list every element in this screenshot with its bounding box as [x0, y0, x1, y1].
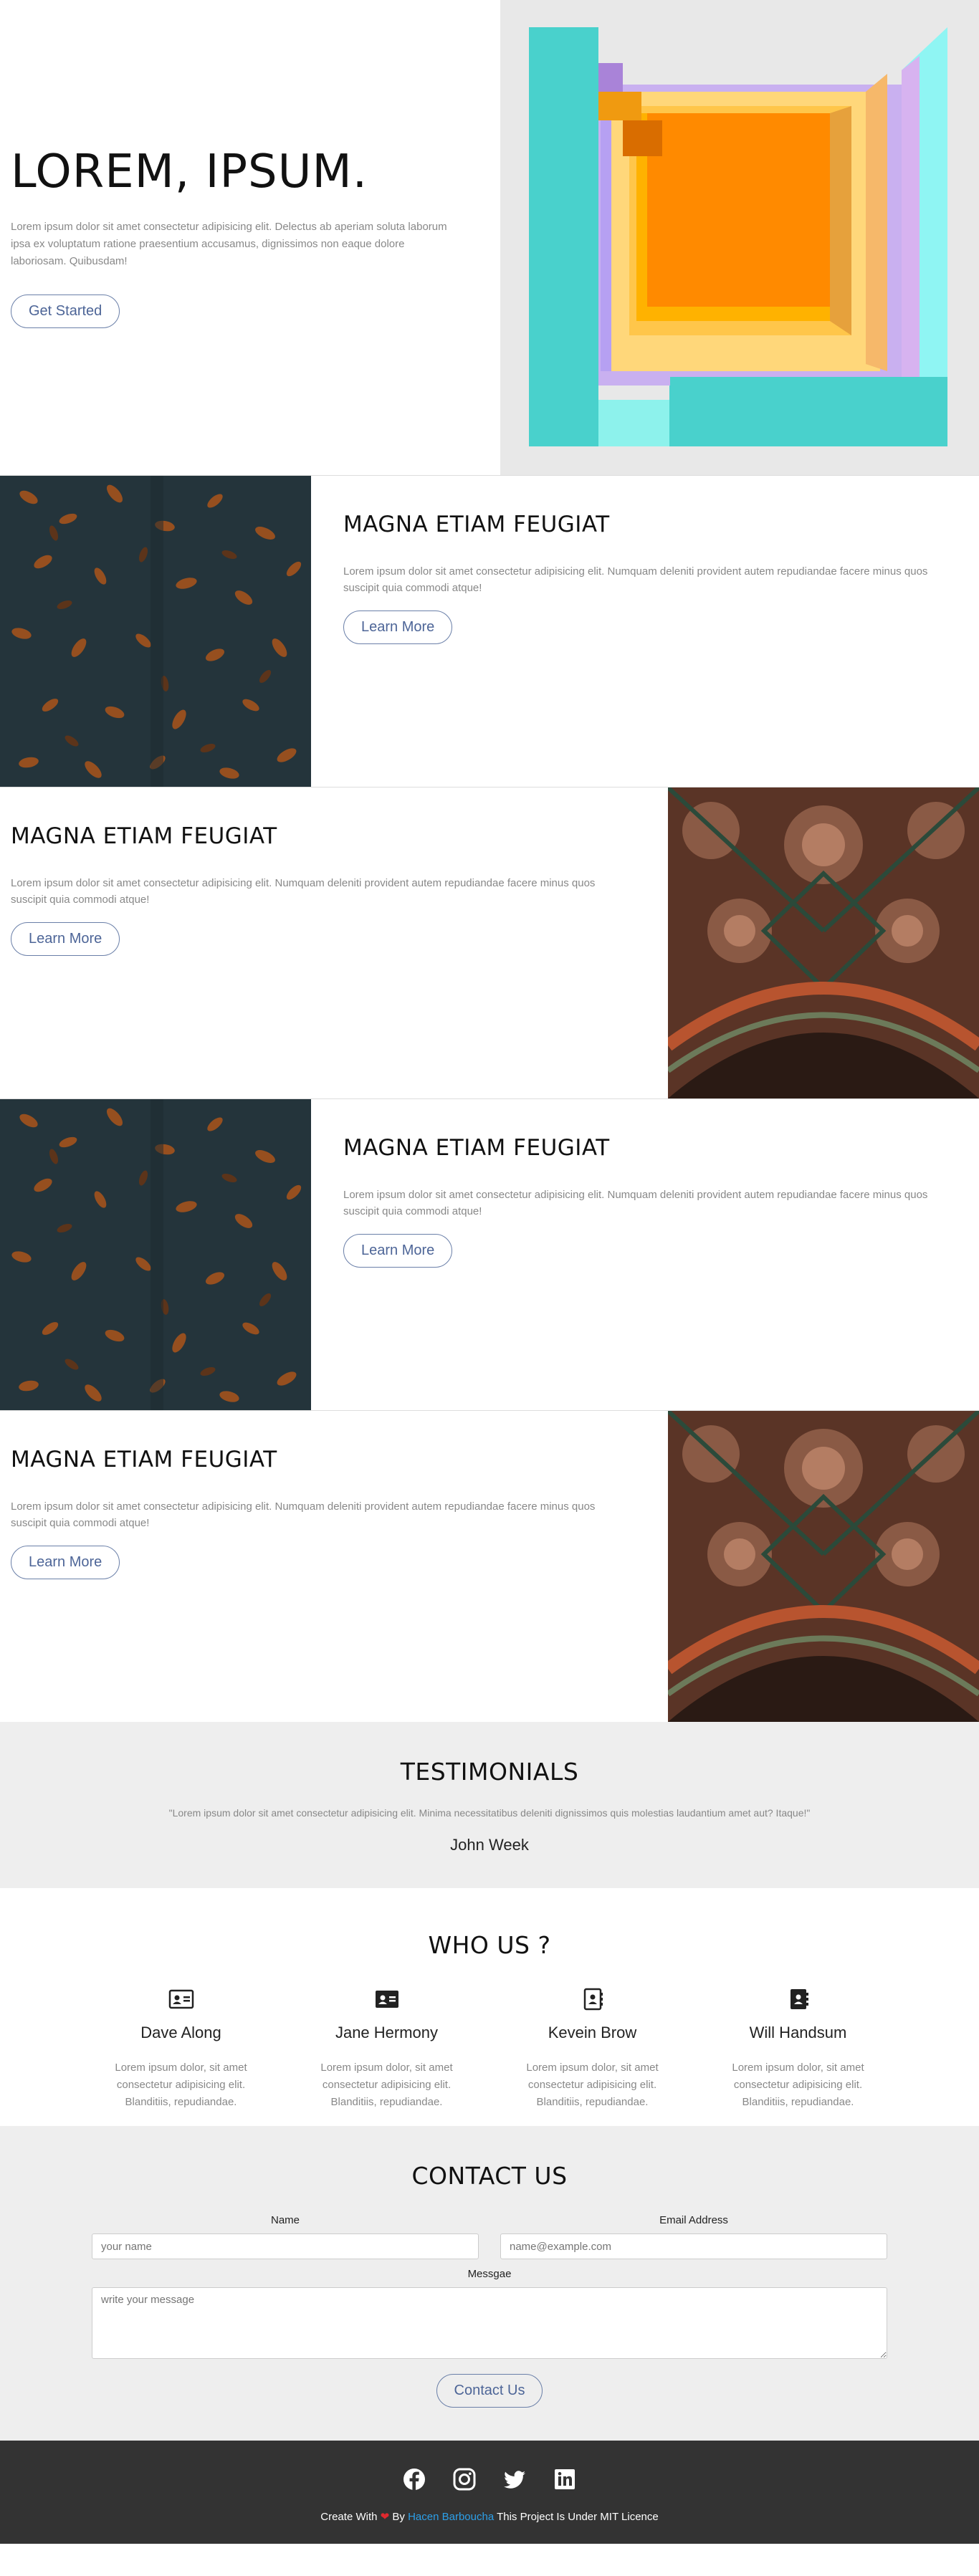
address-book-solid-icon [790, 1989, 808, 2009]
hero-illustration [529, 27, 947, 446]
footer: Create With ❤ By Hacen Barboucha This Pr… [0, 2441, 979, 2544]
learn-more-button[interactable]: Learn More [11, 922, 120, 956]
facebook-icon[interactable] [402, 2467, 426, 2491]
feature-row-2: MAGNA ETIAM FEUGIAT Lorem ipsum dolor si… [0, 787, 979, 1098]
ceiling-photo [668, 787, 979, 1098]
feature-content: MAGNA ETIAM FEUGIAT Lorem ipsum dolor si… [0, 787, 668, 1098]
id-card-icon [168, 1989, 194, 2009]
hero-text: Lorem ipsum dolor sit amet consectetur a… [11, 221, 447, 268]
leaves-photo [0, 1099, 311, 1410]
contact-title: CONTACT US [411, 2162, 568, 2190]
ceiling-image [668, 1411, 979, 1722]
member-name: Kevein Brow [548, 2024, 637, 2041]
get-started-button[interactable]: Get Started [11, 295, 120, 329]
hero-content: LOREM, IPSUM. Lorem ipsum dolor sit amet… [0, 0, 500, 475]
leaves-photo [0, 476, 311, 787]
feature-content: MAGNA ETIAM FEUGIAT Lorem ipsum dolor si… [311, 476, 979, 787]
feature-row-1: MAGNA ETIAM FEUGIAT Lorem ipsum dolor si… [0, 475, 979, 787]
contact-section: CONTACT US Name Email Address Messgae Co… [0, 2126, 979, 2441]
testimonials-section: TESTIMONIALS "Lorem ipsum dolor sit amet… [0, 1722, 979, 1888]
contact-form: Name Email Address Messgae Contact Us [92, 2214, 887, 2408]
team-member: Will Handsum Lorem ipsum dolor, sit amet… [695, 1988, 901, 2111]
member-text: Lorem ipsum dolor, sit amet consectetur … [526, 2062, 659, 2108]
page: LOREM, IPSUM. Lorem ipsum dolor sit amet… [0, 0, 979, 2544]
feature-row-4: MAGNA ETIAM FEUGIAT Lorem ipsum dolor si… [0, 1410, 979, 1722]
member-text: Lorem ipsum dolor, sit amet consectetur … [320, 2062, 453, 2108]
team-member: Dave Along Lorem ipsum dolor, sit amet c… [78, 1988, 284, 2111]
member-text: Lorem ipsum dolor, sit amet consectetur … [115, 2062, 247, 2108]
testimonials-title: TESTIMONIALS [400, 1758, 579, 1786]
author-link[interactable]: Hacen Barboucha [408, 2511, 494, 2523]
footer-credit: Create With ❤ By Hacen Barboucha This Pr… [0, 2510, 979, 2523]
feature-title: MAGNA ETIAM FEUGIAT [11, 1447, 277, 1473]
message-label: Messgae [467, 2268, 512, 2280]
testimonial-author: John Week [450, 1836, 529, 1854]
name-label: Name [270, 2214, 300, 2226]
contact-us-button[interactable]: Contact Us [436, 2374, 543, 2408]
name-group: Name [92, 2214, 479, 2259]
team-member: Kevein Brow Lorem ipsum dolor, sit amet … [490, 1988, 695, 2111]
member-name: Dave Along [140, 2024, 221, 2041]
message-textarea[interactable] [92, 2287, 887, 2359]
hero-section: LOREM, IPSUM. Lorem ipsum dolor sit amet… [0, 0, 979, 475]
feature-title: MAGNA ETIAM FEUGIAT [11, 823, 277, 849]
name-input[interactable] [92, 2233, 479, 2259]
ceiling-photo [668, 1411, 979, 1722]
email-label: Email Address [659, 2214, 728, 2226]
learn-more-button[interactable]: Learn More [11, 1546, 120, 1579]
feature-content: MAGNA ETIAM FEUGIAT Lorem ipsum dolor si… [311, 1099, 979, 1410]
team-member: Jane Hermony Lorem ipsum dolor, sit amet… [284, 1988, 490, 2111]
learn-more-button[interactable]: Learn More [343, 611, 453, 644]
member-name: Jane Hermony [335, 2024, 439, 2041]
learn-more-button[interactable]: Learn More [343, 1234, 453, 1268]
team-list: Dave Along Lorem ipsum dolor, sit amet c… [0, 1988, 979, 2111]
hero-illustration-panel [500, 0, 979, 475]
email-group: Email Address [500, 2214, 887, 2259]
message-group: Messgae [92, 2268, 887, 2362]
feature-title: MAGNA ETIAM FEUGIAT [343, 512, 610, 537]
feature-row-3: MAGNA ETIAM FEUGIAT Lorem ipsum dolor si… [0, 1098, 979, 1410]
address-book-icon [583, 1988, 603, 2011]
feature-text: Lorem ipsum dolor sit amet consectetur a… [11, 1500, 596, 1529]
twitter-icon[interactable] [502, 2467, 527, 2491]
instagram-icon[interactable] [452, 2467, 477, 2491]
leaves-image [0, 476, 311, 787]
heart-icon: ❤ [380, 2511, 390, 2523]
feature-text: Lorem ipsum dolor sit amet consectetur a… [343, 1189, 928, 1217]
email-input[interactable] [500, 2233, 887, 2259]
credit-by: By [392, 2511, 405, 2523]
member-name: Will Handsum [749, 2024, 847, 2041]
credit-prefix: Create With [320, 2511, 378, 2523]
id-card-solid-icon [375, 1991, 398, 2008]
social-links [0, 2467, 979, 2491]
feature-content: MAGNA ETIAM FEUGIAT Lorem ipsum dolor si… [0, 1411, 668, 1722]
form-row: Name Email Address [92, 2214, 887, 2259]
submit-wrap: Contact Us [92, 2374, 887, 2408]
member-text: Lorem ipsum dolor, sit amet consectetur … [732, 2062, 864, 2108]
linkedin-icon[interactable] [553, 2467, 577, 2491]
ceiling-image [668, 787, 979, 1098]
hero-title: LOREM, IPSUM. [11, 145, 368, 198]
feature-text: Lorem ipsum dolor sit amet consectetur a… [343, 565, 928, 594]
testimonial-quote: "Lorem ipsum dolor sit amet consectetur … [168, 1807, 811, 1819]
who-us-title: WHO US ? [428, 1931, 551, 1959]
leaves-image [0, 1099, 311, 1410]
feature-text: Lorem ipsum dolor sit amet consectetur a… [11, 877, 596, 906]
feature-title: MAGNA ETIAM FEUGIAT [343, 1135, 610, 1161]
who-us-section: WHO US ? Dave Along Lorem ipsum dolor, s… [0, 1888, 979, 2126]
credit-suffix: This Project Is Under MIT Licence [497, 2511, 659, 2523]
